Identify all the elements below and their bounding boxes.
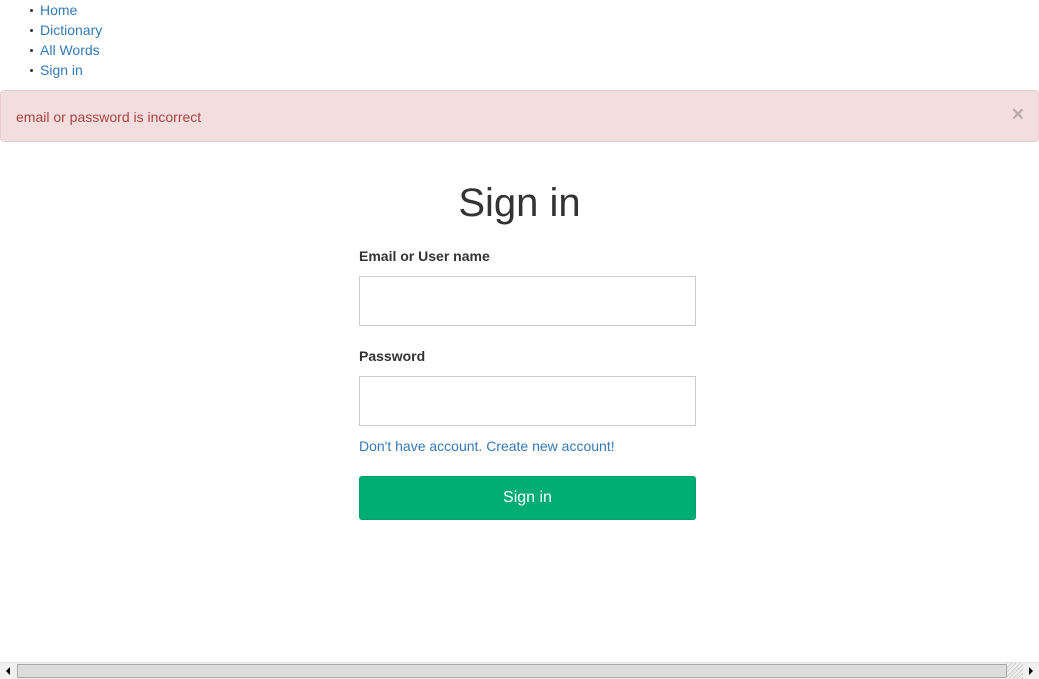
page: Home Dictionary All Words Sign in email … [0, 0, 1039, 679]
close-icon[interactable]: × [1012, 103, 1024, 127]
bullet-icon [28, 20, 34, 40]
nav-item-all-words: All Words [0, 40, 102, 60]
nav-link-home[interactable]: Home [40, 2, 77, 18]
create-account-link[interactable]: Don't have account. Create new account! [359, 436, 696, 456]
email-field-group: Email or User name [359, 246, 696, 326]
bullet-icon [28, 0, 34, 20]
horizontal-scrollbar[interactable] [0, 662, 1039, 679]
nav-list: Home Dictionary All Words Sign in [0, 0, 102, 80]
email-input[interactable] [359, 276, 696, 326]
scroll-right-arrow-icon[interactable] [1023, 663, 1039, 679]
scrollbar-thumb[interactable] [17, 664, 1007, 678]
sign-in-button[interactable]: Sign in [359, 476, 696, 520]
bullet-icon [28, 40, 34, 60]
email-label: Email or User name [359, 248, 490, 264]
bullet-icon [28, 60, 34, 80]
nav-link-dictionary[interactable]: Dictionary [40, 22, 102, 38]
password-label: Password [359, 348, 426, 364]
resize-grip[interactable] [1007, 663, 1023, 679]
nav-link-sign-in[interactable]: Sign in [40, 62, 83, 78]
password-input[interactable] [359, 376, 696, 426]
error-alert: email or password is incorrect × [0, 90, 1039, 142]
nav-item-dictionary: Dictionary [0, 20, 102, 40]
scroll-left-arrow-icon[interactable] [0, 663, 16, 679]
page-title: Sign in [458, 181, 581, 225]
nav-item-home: Home [0, 0, 102, 20]
sign-in-form: Email or User name Password Don't have a… [359, 246, 696, 520]
error-message: email or password is incorrect [16, 109, 202, 125]
nav-link-all-words[interactable]: All Words [40, 42, 100, 58]
nav-item-sign-in: Sign in [0, 60, 102, 80]
password-field-group: Password [359, 346, 696, 426]
